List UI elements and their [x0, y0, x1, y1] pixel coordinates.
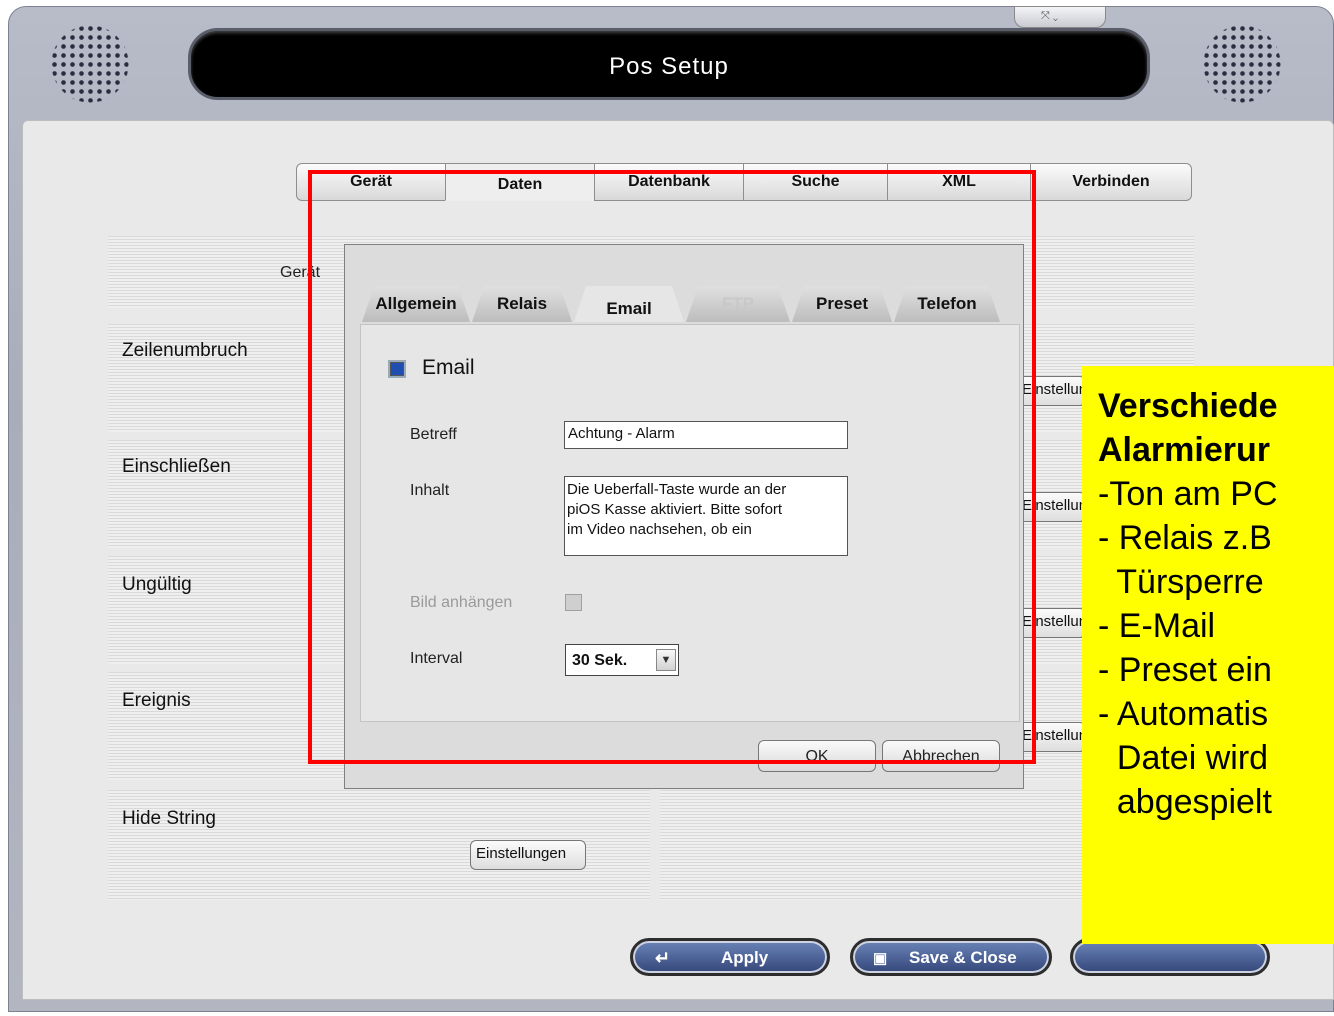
callout-line: Türsperre [1098, 563, 1264, 601]
callout-line: - Automatis [1098, 695, 1269, 733]
callout-line: abgespielt [1098, 783, 1272, 821]
title-bar: Pos Setup [188, 28, 1150, 100]
apply-button-label: Apply [721, 948, 769, 967]
window-controls-label: ⤧ ⌄ [1041, 10, 1059, 22]
callout-line: Verschiede [1098, 387, 1278, 425]
feature-callout: Verschiede Alarmierur -Ton am PC - Relai… [1082, 366, 1334, 944]
speaker-grille-left [50, 24, 130, 104]
save-close-button[interactable]: ▣ Save & Close [850, 938, 1052, 976]
row-label-ungueltig: Ungültig [122, 574, 192, 595]
callout-line: - Relais z.B [1098, 519, 1272, 557]
save-icon: ▣ [873, 950, 888, 967]
row-label-einschliessen: Einschließen [122, 456, 231, 477]
callout-line: - E-Mail [1098, 607, 1216, 645]
row-label-ereignis: Ereignis [122, 690, 191, 711]
enter-icon: ↵ [655, 948, 671, 968]
annotation-highlight-box [308, 170, 1036, 764]
callout-line: -Ton am PC [1098, 475, 1278, 513]
callout-line: - Preset ein [1098, 651, 1272, 689]
speaker-grille-right [1202, 24, 1282, 104]
callout-line: Datei wird [1098, 739, 1269, 777]
apply-button[interactable]: ↵ Apply [630, 938, 830, 976]
tab-verbinden[interactable]: Verbinden [1030, 163, 1192, 201]
einstellungen-button-hide-string[interactable]: Einstellungen [470, 840, 586, 870]
row-label-hide-string: Hide String [122, 808, 216, 829]
row-label-zeilenumbruch: Zeilenumbruch [122, 340, 248, 361]
window-controls[interactable]: ⤧ ⌄ [1014, 6, 1106, 28]
window-title: Pos Setup [609, 53, 729, 80]
save-close-button-label: Save & Close [909, 948, 1017, 967]
callout-line: Alarmierur [1098, 431, 1270, 469]
